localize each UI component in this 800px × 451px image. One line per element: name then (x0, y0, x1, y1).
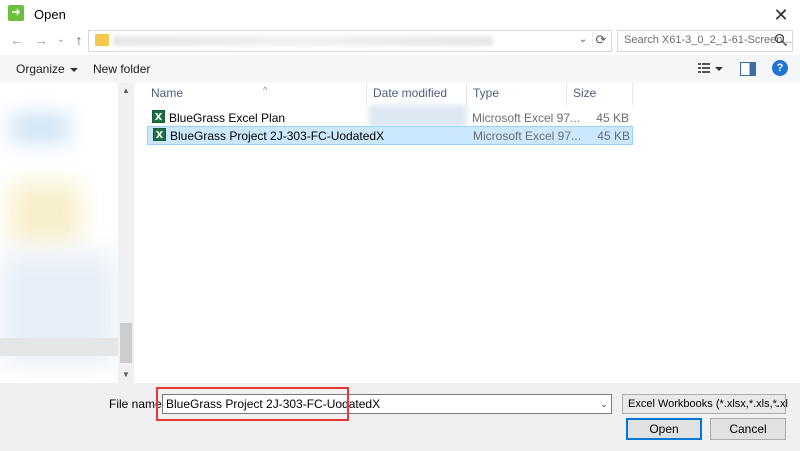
command-toolbar: Organize New folder ? (0, 55, 800, 84)
scroll-up-icon[interactable]: ▲ (118, 83, 134, 99)
scroll-down-icon[interactable]: ▼ (118, 367, 134, 383)
file-type: Microsoft Excel 97... (472, 111, 581, 125)
column-header-size[interactable]: Size (567, 83, 633, 105)
column-header-name[interactable]: Name ^ (145, 83, 367, 105)
file-type-filter-value: Excel Workbooks (*.xlsx,*.xls,*.xl (628, 398, 788, 410)
navigation-pane[interactable] (0, 83, 118, 383)
navigation-scrollbar[interactable]: ▲ ▼ (118, 83, 134, 383)
column-header-date-modified[interactable]: Date modified (367, 83, 467, 105)
dialog-footer: File name: BlueGrass Project 2J-303-FC-U… (0, 383, 800, 451)
excel-file-icon (153, 128, 166, 141)
column-header-type[interactable]: Type (467, 83, 567, 105)
folder-icon (95, 34, 109, 46)
column-header-name-label: Name (151, 86, 184, 100)
search-input[interactable]: Search X61-3_0_2_1-61-Screen... (624, 34, 792, 46)
organize-label: Organize (16, 62, 65, 76)
file-type-dropdown-icon[interactable]: ⌄ (771, 397, 783, 411)
annotation-highlight-box (156, 387, 349, 421)
up-arrow-icon[interactable]: ↑ (70, 31, 88, 49)
file-row-selected[interactable]: BlueGrass Project 2J-303-FC-UodatedX Mic… (147, 126, 633, 145)
file-name: BlueGrass Project 2J-303-FC-UodatedX (170, 129, 385, 143)
recent-locations-dropdown-icon[interactable]: ⌄ (52, 31, 70, 49)
excel-file-icon (152, 110, 165, 123)
address-dropdown-icon[interactable]: ⌄ (576, 33, 590, 47)
sort-ascending-icon: ^ (263, 85, 268, 95)
file-row[interactable]: BlueGrass Excel Plan Microsoft Excel 97.… (147, 105, 633, 127)
title-bar: Open ✕ (0, 0, 800, 30)
back-arrow-icon[interactable]: ← (8, 31, 26, 49)
nav-item-selected-blurred (0, 338, 118, 356)
close-icon[interactable]: ✕ (770, 4, 792, 26)
preview-pane-icon[interactable] (740, 62, 756, 76)
date-modified-blurred (369, 105, 467, 127)
forward-arrow-icon[interactable]: → (32, 31, 50, 49)
chevron-down-icon (69, 67, 78, 72)
view-dropdown-icon[interactable] (715, 67, 723, 71)
nav-item-blurred (10, 113, 70, 143)
cancel-button[interactable]: Cancel (710, 418, 786, 440)
file-type-select[interactable]: Excel Workbooks (*.xlsx,*.xls,*.xl ⌄ (622, 394, 788, 414)
file-list[interactable]: Name ^ Date modified Type Size BlueGrass… (135, 83, 800, 383)
view-options-icon[interactable] (697, 61, 711, 75)
scroll-thumb[interactable] (120, 323, 132, 363)
address-path-blurred (113, 36, 493, 46)
file-size: 45 KB (596, 111, 629, 125)
nav-item-blurred (10, 183, 80, 243)
file-type: Microsoft Excel 97... (473, 129, 582, 143)
help-icon[interactable]: ? (772, 60, 788, 76)
file-name-dropdown-icon[interactable]: ⌄ (597, 397, 611, 411)
search-box[interactable]: Search X61-3_0_2_1-61-Screen... (617, 30, 793, 52)
address-bar[interactable]: ⌄ ⟳ (88, 30, 612, 52)
new-folder-button[interactable]: New folder (93, 62, 150, 76)
app-icon (8, 5, 24, 21)
open-button[interactable]: Open (626, 418, 702, 440)
file-size: 45 KB (597, 129, 630, 143)
refresh-icon[interactable]: ⟳ (592, 32, 609, 48)
file-name: BlueGrass Excel Plan (169, 111, 286, 125)
organize-button[interactable]: Organize (16, 62, 78, 76)
window-title: Open (34, 7, 66, 22)
search-icon[interactable] (774, 33, 788, 47)
